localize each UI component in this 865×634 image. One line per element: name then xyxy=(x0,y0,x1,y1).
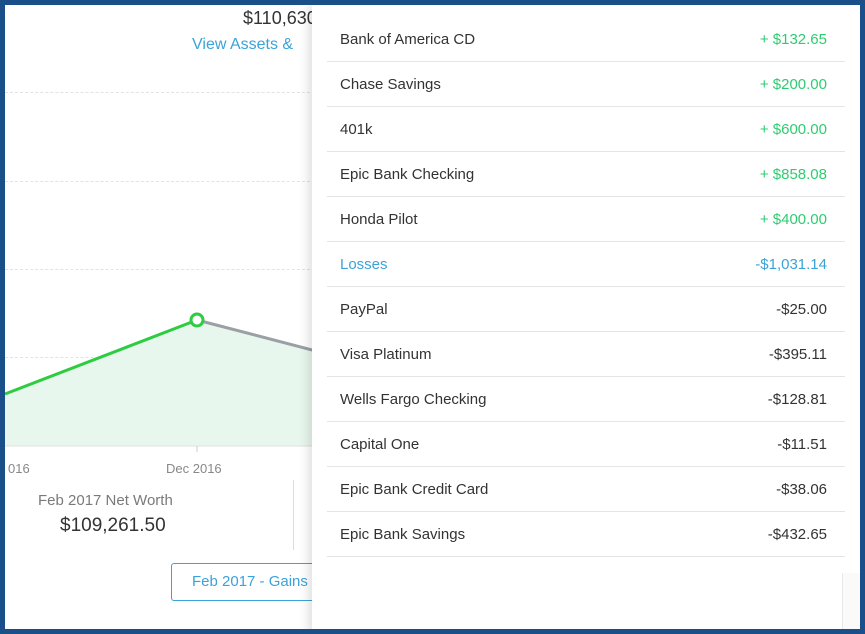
account-name: PayPal xyxy=(340,300,388,318)
account-name: Visa Platinum xyxy=(340,345,432,363)
net-worth-value: $109,261.50 xyxy=(60,515,166,536)
losses-label: Losses xyxy=(340,255,388,273)
chart-current-point xyxy=(189,312,205,328)
account-name: Epic Bank Credit Card xyxy=(340,480,489,498)
account-amount: + $200.00 xyxy=(759,75,827,93)
account-name: Honda Pilot xyxy=(340,210,418,228)
account-amount: -$432.65 xyxy=(767,525,827,543)
breakdown-row[interactable]: Epic Bank Savings -$432.65 xyxy=(327,512,845,557)
summary-divider xyxy=(293,480,294,550)
gains-losses-panel: Bank of America CD + $132.65 Chase Savin… xyxy=(312,5,861,634)
x-tick-label: 016 xyxy=(8,461,30,476)
account-amount: -$25.00 xyxy=(776,300,827,318)
breakdown-row[interactable]: Epic Bank Credit Card -$38.06 xyxy=(327,467,845,512)
net-worth-chart xyxy=(4,312,320,452)
account-name: Epic Bank Checking xyxy=(340,165,475,183)
breakdown-row[interactable]: 401k + $600.00 xyxy=(327,107,845,152)
x-tick-label: Dec 2016 xyxy=(166,461,222,476)
account-amount: -$11.51 xyxy=(777,435,827,453)
net-worth-label: Feb 2017 Net Worth xyxy=(38,492,173,509)
breakdown-row[interactable]: Visa Platinum -$395.11 xyxy=(327,332,845,377)
losses-header-row[interactable]: Losses -$1,031.14 xyxy=(327,242,845,287)
account-amount: + $132.65 xyxy=(759,30,827,48)
breakdown-row[interactable]: PayPal -$25.00 xyxy=(327,287,845,332)
account-amount: -$128.81 xyxy=(767,390,827,408)
account-amount: + $858.08 xyxy=(759,165,827,183)
account-amount: + $600.00 xyxy=(759,120,827,138)
breakdown-row[interactable]: Honda Pilot + $400.00 xyxy=(327,197,845,242)
account-amount: -$395.11 xyxy=(768,345,827,363)
breakdown-row[interactable]: Chase Savings + $200.00 xyxy=(327,62,845,107)
account-name: 401k xyxy=(340,120,373,138)
account-amount: -$38.06 xyxy=(776,480,827,498)
losses-total: -$1,031.14 xyxy=(755,255,827,273)
breakdown-row[interactable]: Bank of America CD + $132.65 xyxy=(327,17,845,62)
breakdown-row[interactable]: Wells Fargo Checking -$128.81 xyxy=(327,377,845,422)
breakdown-row[interactable]: Capital One -$11.51 xyxy=(327,422,845,467)
panel-scrollbar[interactable] xyxy=(842,573,861,633)
account-amount: + $400.00 xyxy=(759,210,827,228)
account-name: Capital One xyxy=(340,435,420,453)
breakdown-row[interactable]: Epic Bank Checking + $858.08 xyxy=(327,152,845,197)
account-name: Epic Bank Savings xyxy=(340,525,466,543)
account-name: Bank of America CD xyxy=(340,30,476,48)
account-name: Wells Fargo Checking xyxy=(340,390,487,408)
account-name: Chase Savings xyxy=(340,75,441,93)
